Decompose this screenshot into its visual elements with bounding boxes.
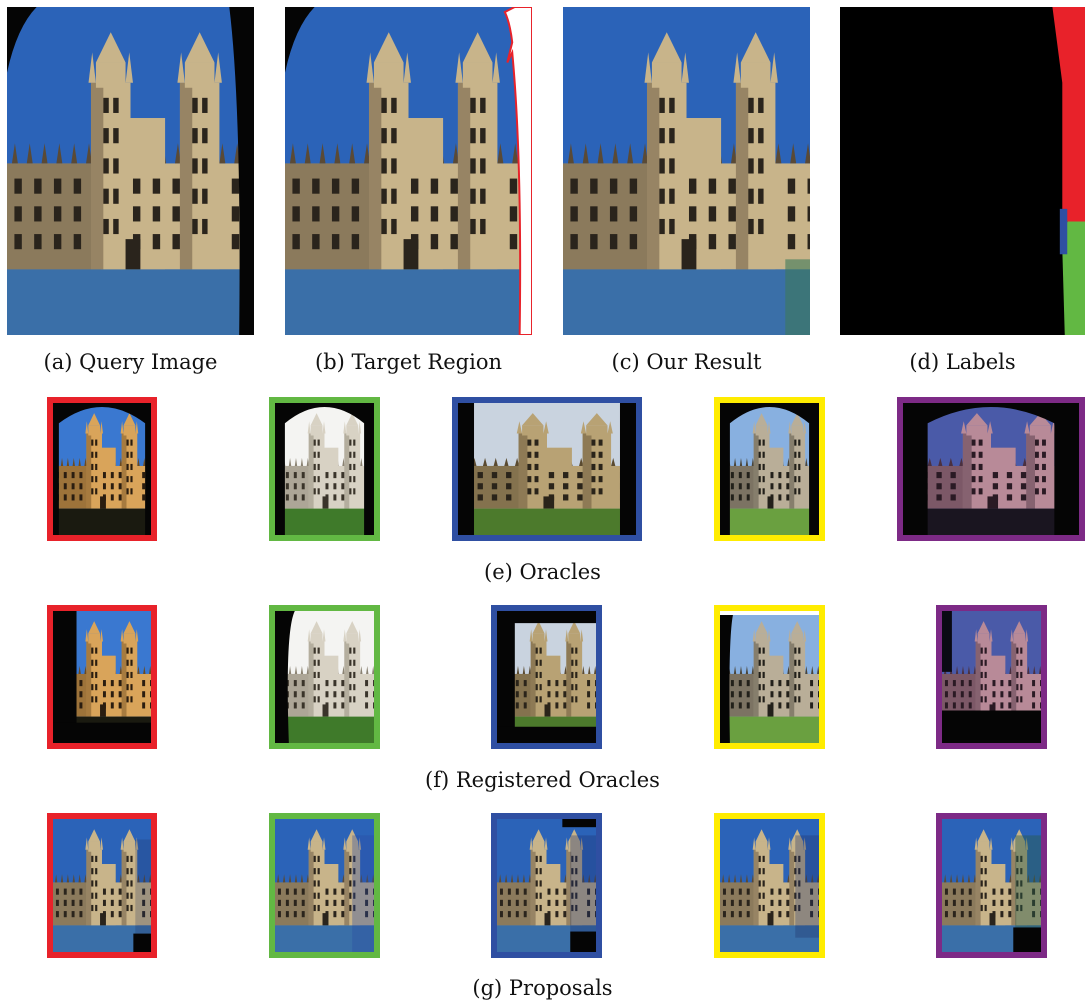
query-image [7,7,254,335]
proposal-thumb-5 [936,813,1047,958]
proposal-thumb-3 [491,813,602,958]
registered-oracle-thumb-1 [47,605,157,749]
proposal-thumb-1 [47,813,157,958]
caption-labels: (d) Labels [909,350,1016,374]
oracle-thumb-4 [714,397,825,541]
our-result-image [563,7,810,335]
registered-oracle-thumb-2 [269,605,380,749]
target-region-image [285,7,532,335]
oracle-thumb-5 [897,397,1085,541]
caption-target-region: (b) Target Region [315,350,502,374]
labels-image [840,7,1085,335]
caption-registered-oracles: (f) Registered Oracles [425,768,660,792]
proposal-thumb-2 [269,813,380,958]
oracle-thumb-2 [269,397,380,541]
caption-query-image: (a) Query Image [43,350,218,374]
oracle-thumb-1 [47,397,157,541]
caption-our-result: (c) Our Result [611,350,762,374]
registered-oracle-thumb-4 [714,605,825,749]
caption-oracles: (e) Oracles [484,560,601,584]
oracle-thumb-3 [452,397,642,541]
caption-proposals: (g) Proposals [472,976,613,1000]
proposal-thumb-4 [714,813,825,958]
registered-oracle-thumb-5 [936,605,1047,749]
registered-oracle-thumb-3 [491,605,602,749]
